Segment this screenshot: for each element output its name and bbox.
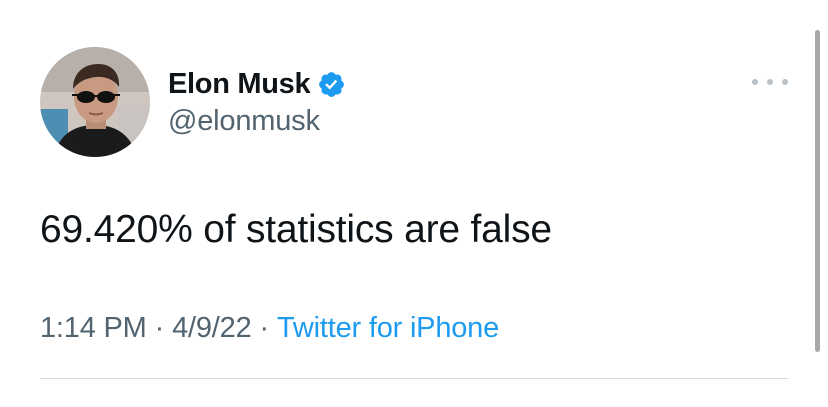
tweet-time[interactable]: 1:14 PM xyxy=(40,312,147,344)
author-display-name[interactable]: Elon Musk xyxy=(168,68,311,101)
divider xyxy=(40,378,788,379)
meta-separator: · xyxy=(259,312,270,344)
meta-separator: · xyxy=(154,312,165,344)
tweet-text: 69.420% of statistics are false xyxy=(40,208,552,251)
tweet-source-link[interactable]: Twitter for iPhone xyxy=(277,312,499,344)
tweet-card: Elon Musk @elonmusk 69.420% of statistic… xyxy=(0,0,828,407)
avatar[interactable] xyxy=(40,47,150,157)
tweet-metadata: 1:14 PM · 4/9/22 · Twitter for iPhone xyxy=(40,312,499,345)
author-name-row: Elon Musk xyxy=(168,64,346,104)
verified-badge-icon xyxy=(317,70,346,99)
tweet-date[interactable]: 4/9/22 xyxy=(172,312,252,344)
author-handle[interactable]: @elonmusk xyxy=(168,105,320,138)
more-dot xyxy=(752,79,758,85)
more-options-icon[interactable] xyxy=(752,70,788,94)
scrollbar[interactable] xyxy=(815,30,820,352)
avatar-image xyxy=(40,47,150,157)
more-dot xyxy=(767,79,773,85)
more-dot xyxy=(782,79,788,85)
